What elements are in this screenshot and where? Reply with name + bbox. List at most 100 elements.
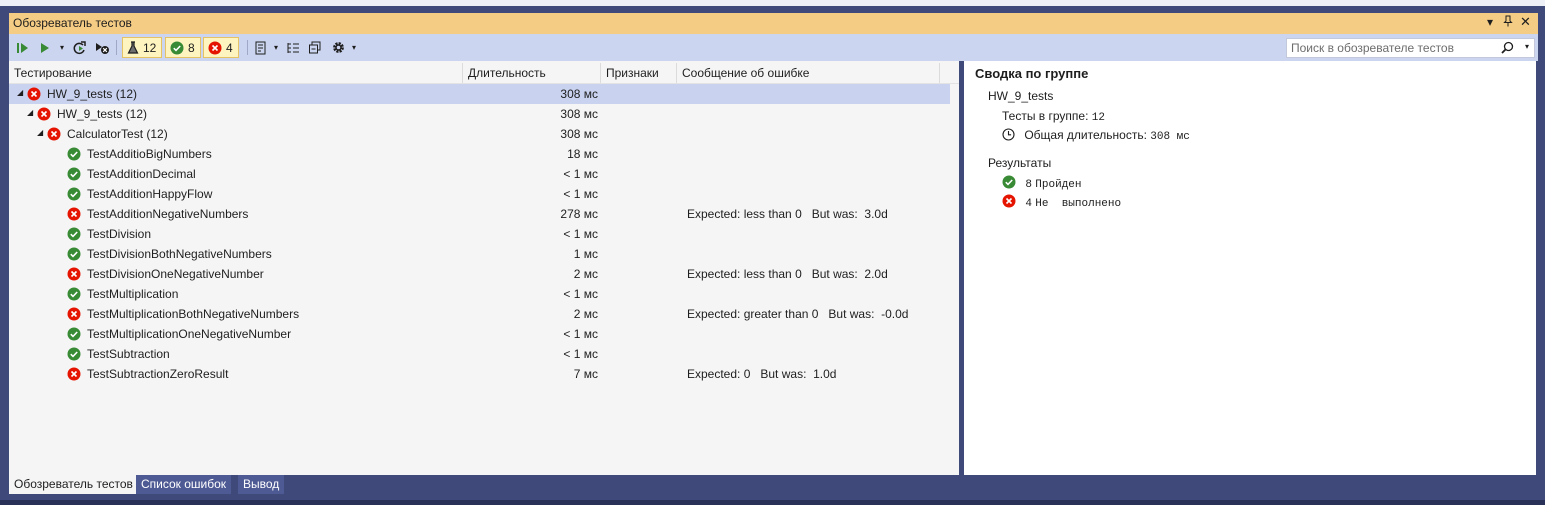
test-row[interactable]: ◢ HW_9_tests (12) 308 мс — [9, 84, 950, 104]
repeat-last-run-button[interactable] — [71, 38, 89, 57]
failed-icon — [37, 107, 51, 124]
toolbar: ▾ 12 8 4 ▾ ▾ Поиск в обозревателе тестов… — [9, 34, 1538, 61]
summary-group-name: HW_9_tests — [988, 89, 1054, 103]
test-name: TestSubtractionZeroResult — [87, 367, 229, 381]
group-by-button[interactable] — [284, 38, 302, 57]
search-box[interactable]: ▾ — [1286, 38, 1535, 58]
run-icon — [41, 42, 49, 53]
column-header-duration[interactable]: Длительность — [463, 63, 601, 83]
expand-toggle-icon[interactable]: ◢ — [17, 88, 23, 97]
playlist-dropdown-icon[interactable]: ▾ — [271, 38, 281, 57]
refresh-icon — [73, 40, 86, 54]
test-name: TestMultiplicationOneNegativeNumber — [87, 327, 292, 341]
tab-output[interactable]: Вывод — [238, 475, 285, 494]
test-row[interactable]: TestMultiplication < 1 мс — [9, 284, 959, 304]
cancel-run-icon — [96, 42, 109, 54]
test-name: TestAdditionNegativeNumbers — [87, 207, 249, 221]
tests-in-group-label: Тесты в группе: — [1002, 109, 1089, 123]
test-duration: 18 мс — [567, 147, 598, 161]
test-name: TestAdditioBigNumbers — [87, 147, 212, 161]
passed-count: 8 — [188, 40, 195, 55]
summary-title: Сводка по группе — [975, 66, 1089, 81]
bottom-tabs: Обозреватель тестов Список ошибок Вывод — [9, 475, 1538, 494]
test-row[interactable]: TestSubtraction < 1 мс — [9, 344, 959, 364]
settings-dropdown-icon[interactable]: ▾ — [349, 38, 359, 57]
column-headers: Тестирование Длительность Признаки Сообщ… — [9, 63, 959, 84]
passed-icon — [67, 227, 81, 244]
test-duration: < 1 мс — [563, 167, 598, 181]
test-row[interactable]: TestAdditioBigNumbers 18 мс — [9, 144, 959, 164]
test-name: TestMultiplicationBothNegativeNumbers — [87, 307, 300, 321]
search-icon[interactable] — [1501, 41, 1514, 57]
window-title: Обозреватель тестов — [13, 16, 132, 30]
tests-in-group-value: 12 — [1091, 112, 1105, 124]
test-duration: 2 мс — [573, 307, 598, 321]
playlist-icon — [255, 41, 266, 54]
run-all-button[interactable] — [14, 38, 32, 57]
failed-count: 4 — [1025, 198, 1032, 210]
test-duration: < 1 мс — [563, 227, 598, 241]
top-strip — [0, 0, 1545, 6]
passed-count: 8 — [1025, 179, 1032, 191]
expand-toggle-icon[interactable]: ◢ — [37, 128, 43, 137]
search-options-dropdown-icon[interactable]: ▾ — [1525, 42, 1529, 51]
passed-icon — [67, 247, 81, 264]
summary-results-label: Результаты — [988, 156, 1052, 170]
test-row[interactable]: ◢ CalculatorTest (12) 308 мс — [9, 124, 959, 144]
test-duration: 278 мс — [560, 207, 598, 221]
test-row[interactable]: TestAdditionNegativeNumbers 278 мс Expecte… — [9, 204, 959, 224]
failed-icon — [27, 87, 41, 104]
test-name: TestAdditionHappyFlow — [87, 187, 213, 201]
test-row[interactable]: TestSubtractionZeroResult 7 мс Expected: 0… — [9, 364, 959, 384]
failed-icon — [208, 41, 222, 54]
filter-total-button[interactable]: 12 — [122, 37, 162, 58]
flask-icon — [127, 40, 139, 54]
tab-test-explorer[interactable]: Обозреватель тестов — [9, 475, 138, 494]
total-count: 12 — [143, 40, 157, 55]
title-bar: Обозреватель тестов ▾ ✕ — [9, 13, 1538, 34]
test-duration: 7 мс — [573, 367, 598, 381]
total-duration-value: 308 мс — [1150, 131, 1190, 143]
test-duration: < 1 мс — [563, 347, 598, 361]
filter-passed-button[interactable]: 8 — [165, 37, 201, 58]
column-header-test[interactable]: Тестирование — [9, 63, 463, 83]
filter-failed-button[interactable]: 4 — [203, 37, 239, 58]
test-row[interactable]: TestDivision < 1 мс — [9, 224, 959, 244]
group-summary-pane: Сводка по группе HW_9_tests Тесты в груп… — [964, 61, 1536, 475]
search-input[interactable] — [1291, 41, 1491, 55]
status-strip — [0, 500, 1545, 505]
test-row[interactable]: ◢ HW_9_tests (12) 308 мс — [9, 104, 959, 124]
passed-icon — [1002, 175, 1016, 192]
summary-total-duration: Общая длительность: 308 мс — [1002, 128, 1190, 144]
close-icon[interactable]: ✕ — [1520, 14, 1531, 30]
test-row[interactable]: TestAdditionHappyFlow < 1 мс — [9, 184, 959, 204]
tab-error-list[interactable]: Список ошибок — [136, 475, 232, 494]
run-dropdown-icon[interactable]: ▾ — [57, 38, 67, 57]
test-row[interactable]: TestMultiplicationBothNegativeNumbers 2 м… — [9, 304, 959, 324]
cancel-run-button[interactable] — [93, 38, 111, 57]
passed-icon — [67, 287, 81, 304]
passed-icon — [67, 327, 81, 344]
test-row[interactable]: TestAdditionDecimal < 1 мс — [9, 164, 959, 184]
dropdown-icon[interactable]: ▾ — [1487, 15, 1493, 29]
failed-icon — [1002, 194, 1016, 211]
column-header-error[interactable]: Сообщение об ошибке — [677, 63, 940, 83]
test-row[interactable]: TestDivisionOneNegativeNumber 2 мс Expecte… — [9, 264, 959, 284]
run-button[interactable] — [37, 38, 53, 57]
test-row[interactable]: TestDivisionBothNegativeNumbers 1 мс — [9, 244, 959, 264]
collapse-all-button[interactable] — [306, 38, 324, 57]
failed-label: Не выполнено — [1035, 198, 1122, 210]
test-name: HW_9_tests (12) — [57, 107, 148, 121]
settings-button[interactable] — [329, 38, 347, 57]
toolbar-separator — [247, 40, 248, 55]
test-list-pane: Тестирование Длительность Признаки Сообщ… — [9, 61, 959, 475]
test-row[interactable]: TestMultiplicationOneNegativeNumber < 1 м… — [9, 324, 959, 344]
test-duration: 2 мс — [573, 267, 598, 281]
playlist-button[interactable] — [252, 38, 270, 57]
column-header-traits[interactable]: Признаки — [601, 63, 677, 83]
test-error-message: Expected: 0 But was: 1.0d — [687, 367, 837, 381]
expand-toggle-icon[interactable]: ◢ — [27, 108, 33, 117]
pin-icon[interactable] — [1503, 15, 1513, 30]
failed-icon — [67, 267, 81, 284]
test-duration: < 1 мс — [563, 287, 598, 301]
